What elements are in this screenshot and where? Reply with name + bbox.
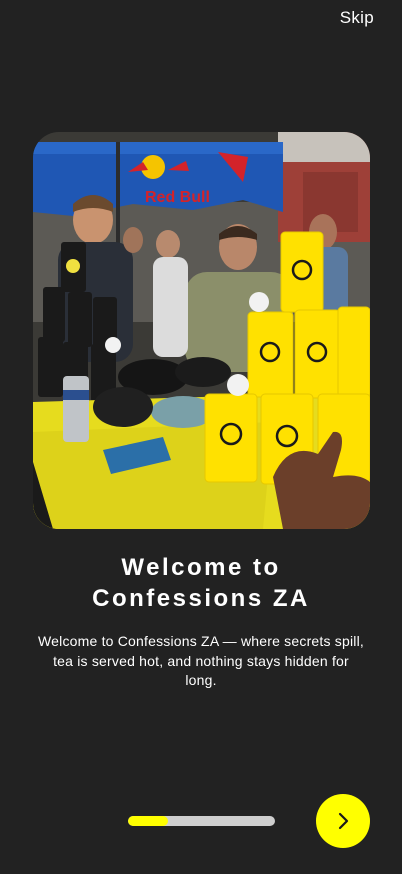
hero-image: Red Bull (33, 132, 370, 529)
onboarding-title: Welcome to Confessions ZA (0, 552, 402, 614)
skip-button[interactable]: Skip (340, 8, 374, 28)
chevron-right-icon (338, 812, 349, 830)
onboarding-description: Welcome to Confessions ZA — where secret… (37, 633, 364, 688)
title-line-2: Confessions ZA (92, 585, 310, 612)
title-line-1: Welcome to (121, 554, 281, 581)
next-button[interactable] (316, 794, 370, 848)
onboarding-progress-fill (128, 816, 168, 826)
umbrella-text: Red Bull (145, 189, 210, 206)
onboarding-progress-bar (128, 816, 275, 826)
